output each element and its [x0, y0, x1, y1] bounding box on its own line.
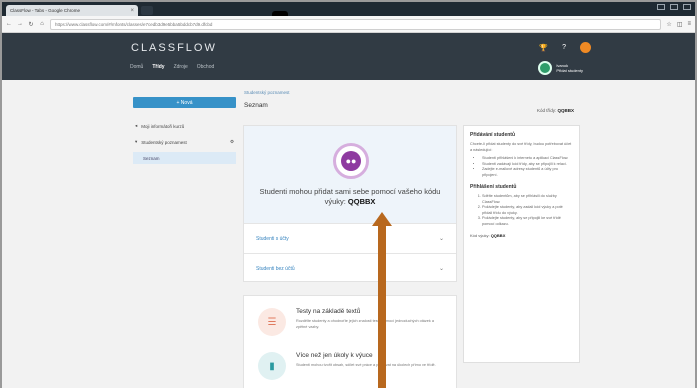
class-code-summary: Kód třídy: QQBBX: [537, 108, 574, 113]
join-code-panel: ●● Studenti mohou přidat sami sebe pomoc…: [244, 126, 456, 223]
settings-icon[interactable]: ⚙: [230, 139, 234, 145]
nav-home[interactable]: Domů: [130, 64, 143, 70]
new-tab-button[interactable]: [141, 6, 153, 15]
chevron-down-icon: ⌄: [438, 236, 444, 242]
info-bullets: Studenti přihlášeni k internetu a aplika…: [470, 156, 573, 178]
documents-icon: ▮: [258, 352, 286, 380]
join-code: QQBBX: [347, 197, 376, 206]
join-code-card: ●● Studenti mohou přidat sami sebe pomoc…: [243, 125, 457, 282]
class-code-label: Kód třídy:: [537, 108, 558, 113]
header-icons: 🏆 ?: [539, 42, 591, 53]
menu-icon[interactable]: ≡: [687, 21, 691, 27]
accordion-label: Studenti s účty: [256, 235, 289, 242]
url-input[interactable]: https://www.classflow.com/#/mfonts/class…: [50, 18, 662, 30]
sidebar-item-label: Studentský poznamest: [141, 139, 187, 145]
brand-logo[interactable]: CLASSFLOW: [131, 42, 217, 54]
help-icon[interactable]: ?: [562, 44, 566, 51]
maximize-icon[interactable]: [670, 4, 678, 10]
nav-resources[interactable]: Zdroje: [174, 64, 188, 70]
join-code-message: Studenti mohou přidat sami sebe pomocí v…: [252, 187, 448, 207]
page-title: Seznam: [244, 102, 268, 109]
list-icon: ☰: [258, 308, 286, 336]
minimize-icon[interactable]: [657, 4, 665, 10]
accordion-label: Studenti bez účtů: [256, 265, 295, 272]
list-item: Požádejte studenty, aby zadali kód výuky…: [482, 205, 573, 216]
trophy-icon[interactable]: 🏆: [539, 44, 548, 52]
chevron-down-icon: ⌄: [438, 266, 444, 272]
reload-icon[interactable]: ↻: [28, 21, 34, 28]
feature-item: ☰ Testy na základě textů Rozdělte studen…: [258, 308, 446, 336]
close-icon[interactable]: ×: [130, 8, 134, 14]
list-item: Sdělte studentům, aby se přihlásili do s…: [482, 194, 573, 205]
info-panel: Přidávání studentů Chcete-li přidat stud…: [463, 125, 580, 363]
sidebar-item-courses[interactable]: ◂ Moji informátoři kurzů: [133, 118, 236, 134]
class-icon: [538, 61, 553, 75]
avatar[interactable]: [580, 42, 591, 53]
main-nav: Domů Třídy Zdroje Obchod: [130, 64, 214, 70]
extension-icon[interactable]: ◫: [677, 21, 683, 28]
students-ring: ●●: [333, 143, 369, 179]
screen: ClassFlow - Tabs - Google Chrome × ← → ↻…: [2, 2, 695, 388]
info-steps: Sdělte studentům, aby se přihlásili do s…: [470, 194, 573, 227]
sidebar: + Nová ◂ Moji informátoři kurzů ▾ Studen…: [133, 97, 236, 164]
list-item: Studenti přihlášeni k internetu a aplika…: [482, 156, 573, 162]
close-window-icon[interactable]: [683, 4, 691, 10]
list-item: Požádejte studenty, aby se připojili ke …: [482, 216, 573, 227]
back-icon[interactable]: ←: [6, 21, 12, 27]
tab-drag-handle[interactable]: [272, 11, 288, 16]
tab-title: ClassFlow - Tabs - Google Chrome: [10, 8, 80, 13]
info-code-label: Kód výuky:: [470, 233, 491, 238]
features-card: ☰ Testy na základě textů Rozdělte studen…: [243, 295, 457, 388]
info-class-code: Kód výuky: QQBBX: [470, 233, 573, 238]
annotation-arrow: [378, 224, 386, 388]
nav-classes[interactable]: Třídy: [152, 64, 164, 70]
sidebar-item-list[interactable]: Seznam: [133, 152, 236, 164]
class-badge[interactable]: Ivanok Přidat studenty: [538, 61, 583, 75]
chevron-down-icon: ▾: [135, 139, 138, 144]
new-button[interactable]: + Nová: [133, 97, 236, 108]
nav-store[interactable]: Obchod: [197, 64, 215, 70]
class-subtitle: Přidat studenty: [556, 68, 583, 73]
browser-tab[interactable]: ClassFlow - Tabs - Google Chrome ×: [6, 5, 138, 16]
address-bar: ← → ↻ ⌂ https://www.classflow.com/#/mfon…: [2, 16, 695, 33]
chevron-left-icon: ◂: [135, 123, 138, 128]
info-code-value: QQBBX: [490, 233, 506, 238]
window-controls: [657, 4, 691, 10]
info-heading: Přidávání studentů: [470, 132, 516, 138]
info-heading: Přihlášení studentů: [470, 184, 517, 190]
home-icon[interactable]: ⌂: [39, 21, 45, 27]
list-item: Zadejte e-mailové adresy studentů a účty…: [482, 167, 573, 178]
feature-desc: Studenti mohou tvořit obsah, sdílet své …: [296, 363, 436, 367]
accordion-with-accounts[interactable]: Studenti s účty ⌄: [244, 223, 456, 253]
sidebar-item-roster[interactable]: ▾ Studentský poznamest ⚙: [133, 134, 236, 150]
forward-icon[interactable]: →: [17, 21, 23, 27]
breadcrumb[interactable]: Studentský poznamest: [244, 90, 290, 95]
accordion-without-accounts[interactable]: Studenti bez účtů ⌄: [244, 253, 456, 283]
class-code-value: QQBBX: [557, 108, 575, 113]
app-header: CLASSFLOW Domů Třídy Zdroje Obchod 🏆 ? I…: [2, 33, 695, 80]
browser-tab-strip: ClassFlow - Tabs - Google Chrome ×: [2, 2, 695, 16]
sidebar-item-label: Moji informátoři kurzů: [141, 123, 185, 129]
feature-item: ▮ Více než jen úkoly k výuce Studenti mo…: [258, 352, 446, 380]
bookmark-star-icon[interactable]: ☆: [666, 21, 671, 28]
feature-desc: Rozdělte studenty a ohodnoťte jejich zna…: [296, 319, 434, 329]
feature-title: Testy na základě textů: [296, 308, 361, 315]
users-icon: ●●: [341, 151, 361, 171]
feature-title: Více než jen úkoly k výuce: [296, 352, 373, 359]
info-intro: Chcete-li přidat studenty do své třídy, …: [470, 142, 572, 152]
